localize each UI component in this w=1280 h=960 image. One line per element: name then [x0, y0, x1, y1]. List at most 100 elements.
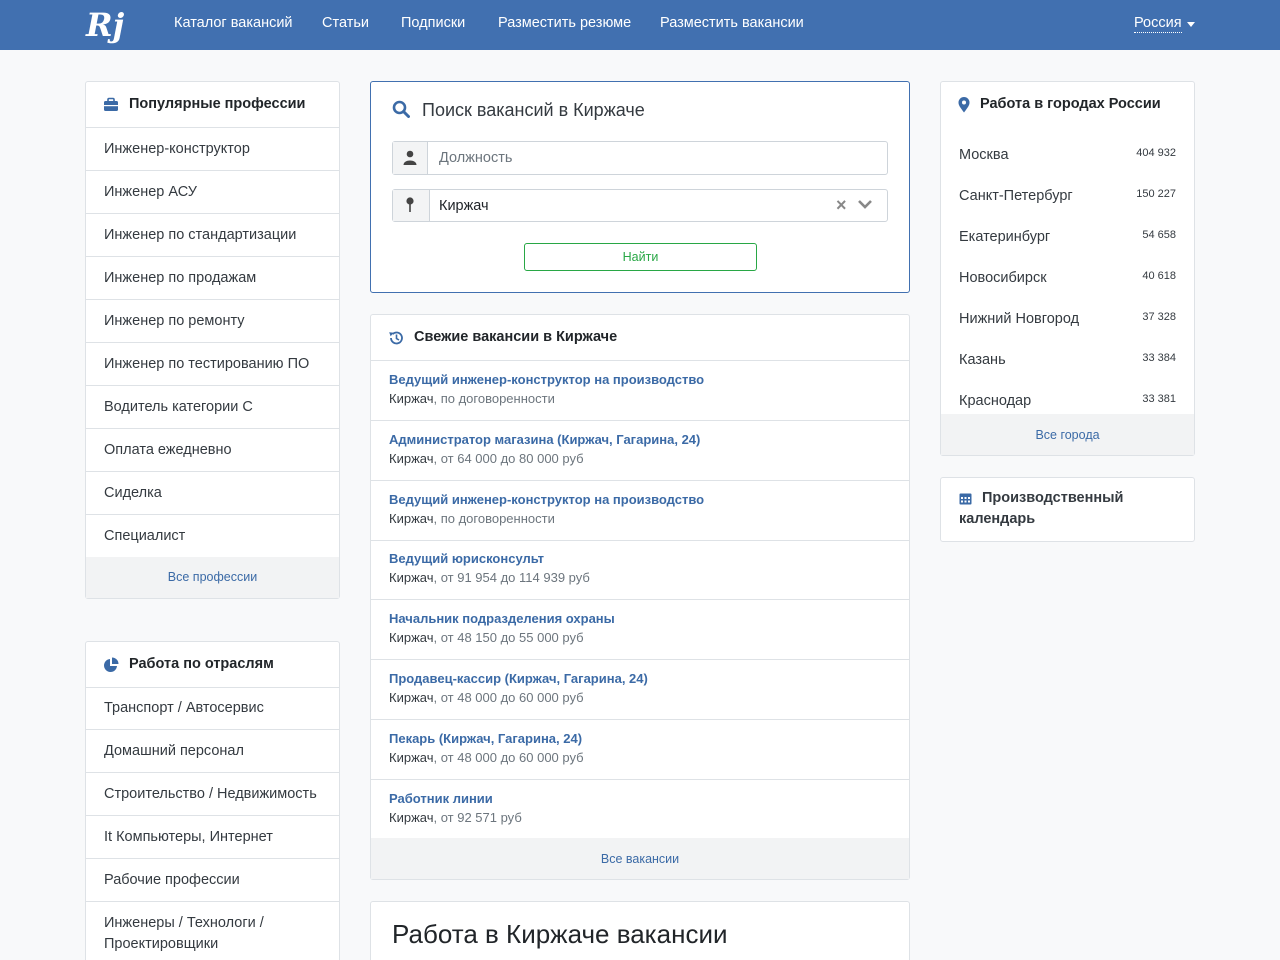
vacancy-count: 54 658: [1142, 229, 1176, 241]
card-header: Свежие вакансии в Киржаче: [371, 315, 909, 361]
top-navbar: Rj Каталог вакансий Статьи Подписки Разм…: [0, 0, 1280, 50]
profession-item[interactable]: Инженер по ремонту: [86, 300, 339, 343]
svg-text:Rj: Rj: [85, 6, 125, 44]
profession-item[interactable]: Инженер по стандартизации: [86, 214, 339, 257]
nav-link-articles[interactable]: Статьи: [322, 15, 369, 31]
vacancy-title-link[interactable]: Администратор магазина (Киржач, Гагарина…: [389, 432, 700, 447]
industry-item[interactable]: It Компьютеры, Интернет: [86, 816, 339, 859]
clear-icon[interactable]: ×: [836, 195, 847, 216]
calendar-title-line2: календарь: [959, 511, 1036, 527]
industry-item[interactable]: Рабочие профессии: [86, 859, 339, 902]
vacancy-item[interactable]: Начальник подразделения охраны Киржач, о…: [371, 600, 909, 660]
city-item[interactable]: Москва 404 932: [941, 135, 1194, 176]
profession-item[interactable]: Инженер АСУ: [86, 171, 339, 214]
vacancy-item[interactable]: Ведущий инженер-конструктор на производс…: [371, 361, 909, 421]
city-item[interactable]: Нижний Новгород 37 328: [941, 299, 1194, 340]
history-icon: [389, 331, 403, 345]
search-card: Поиск вакансий в Киржаче Должность Киржа…: [370, 81, 910, 293]
city-item[interactable]: Казань 33 384: [941, 340, 1194, 381]
nav-link-post-vacancy[interactable]: Разместить вакансии: [660, 15, 804, 31]
profession-item[interactable]: Водитель категории С: [86, 386, 339, 429]
all-professions-link[interactable]: Все профессии: [168, 570, 257, 584]
vacancy-title-link[interactable]: Пекарь (Киржач, Гагарина, 24): [389, 731, 582, 746]
profession-item[interactable]: Оплата ежедневно: [86, 429, 339, 472]
vacancy-item[interactable]: Администратор магазина (Киржач, Гагарина…: [371, 421, 909, 481]
city-value: Киржач: [439, 198, 489, 214]
profession-item[interactable]: Специалист: [86, 515, 339, 558]
find-button[interactable]: Найти: [524, 243, 757, 271]
page-heading-card: Работа в Киржаче вакансии: [370, 901, 910, 960]
vacancy-meta: Киржач, от 48 000 до 60 000 руб: [389, 750, 584, 765]
vacancy-item[interactable]: Работник линии Киржач, от 92 571 руб: [371, 780, 909, 840]
vacancy-title-link[interactable]: Ведущий инженер-конструктор на производс…: [389, 372, 704, 387]
all-cities-link[interactable]: Все города: [1035, 428, 1099, 442]
card-header: Популярные профессии: [86, 82, 339, 128]
caret-down-icon[interactable]: [1187, 22, 1195, 27]
vacancy-item[interactable]: Продавец-кассир (Киржач, Гагарина, 24) К…: [371, 660, 909, 720]
vacancy-title-link[interactable]: Начальник подразделения охраны: [389, 611, 615, 626]
profession-item[interactable]: Инженер по продажам: [86, 257, 339, 300]
vacancy-meta: Киржач, по договоренности: [389, 391, 555, 406]
vacancy-item[interactable]: Пекарь (Киржач, Гагарина, 24) Киржач, от…: [371, 720, 909, 780]
search-icon: [392, 100, 410, 118]
card-footer: Все профессии: [86, 557, 339, 598]
all-vacancies-link[interactable]: Все вакансии: [601, 852, 679, 866]
city-item[interactable]: Новосибирск 40 618: [941, 258, 1194, 299]
briefcase-icon: [104, 97, 118, 111]
industry-item[interactable]: Транспорт / Автосервис: [86, 687, 339, 730]
nav-link-subscriptions[interactable]: Подписки: [401, 15, 465, 31]
city-item[interactable]: Екатеринбург 54 658: [941, 217, 1194, 258]
vacancy-meta: Киржач, от 48 150 до 55 000 руб: [389, 630, 584, 645]
calendar-title-line1: Производственный: [982, 490, 1124, 506]
industry-item[interactable]: Домашний персонал: [86, 730, 339, 773]
position-input[interactable]: Должность: [392, 141, 888, 175]
card-header: Работа в городах России: [941, 82, 1194, 128]
vacancy-meta: Киржач, от 48 000 до 60 000 руб: [389, 690, 584, 705]
cities-card: Работа в городах России Москва 404 932 С…: [940, 81, 1195, 456]
card-title: Работа в городах России: [980, 96, 1161, 112]
vacancy-count: 37 328: [1142, 311, 1176, 323]
industry-item[interactable]: Строительство / Недвижимость: [86, 773, 339, 816]
search-title: Поиск вакансий в Киржаче: [422, 100, 645, 120]
nav-link-post-resume[interactable]: Разместить резюме: [498, 15, 631, 31]
vacancy-meta: Киржач, от 92 571 руб: [389, 810, 522, 825]
site-logo-icon[interactable]: Rj: [84, 4, 126, 46]
vacancy-count: 33 384: [1142, 352, 1176, 364]
card-title: Работа по отраслям: [129, 656, 274, 672]
vacancy-item[interactable]: Ведущий юрисконсульт Киржач, от 91 954 д…: [371, 540, 909, 600]
chevron-down-icon[interactable]: [857, 198, 873, 210]
popular-professions-card: Популярные профессии Инженер-конструктор…: [85, 81, 340, 599]
vacancy-meta: Киржач, от 64 000 до 80 000 руб: [389, 451, 584, 466]
vacancy-title-link[interactable]: Работник линии: [389, 791, 493, 806]
vacancy-meta: Киржач, по договоренности: [389, 511, 555, 526]
industries-card: Работа по отраслям Транспорт / Автосерви…: [85, 641, 340, 960]
pie-chart-icon: [104, 657, 119, 672]
profession-item[interactable]: Сиделка: [86, 472, 339, 515]
region-dropdown[interactable]: Россия: [1134, 15, 1182, 33]
vacancy-count: 150 227: [1136, 188, 1176, 200]
input-addon: [393, 190, 430, 221]
card-title: Свежие вакансии в Киржаче: [414, 329, 618, 345]
profession-item[interactable]: Инженер-конструктор: [86, 128, 339, 171]
card-footer: Все города: [941, 414, 1194, 455]
vacancy-item[interactable]: Ведущий инженер-конструктор на производс…: [371, 481, 909, 541]
vacancy-count: 33 381: [1142, 393, 1176, 405]
industry-item[interactable]: Инженеры / Технологи / Проектировщики: [86, 902, 339, 960]
position-placeholder: Должность: [439, 150, 513, 166]
user-icon: [403, 150, 417, 165]
nav-link-catalog[interactable]: Каталог вакансий: [174, 15, 293, 31]
map-marker-icon: [958, 97, 970, 113]
card-header: Работа по отраслям: [86, 642, 339, 688]
city-select[interactable]: Киржач ×: [392, 189, 888, 222]
card-title: Популярные профессии: [129, 96, 306, 112]
profession-item[interactable]: Инженер по тестированию ПО: [86, 343, 339, 386]
vacancy-title-link[interactable]: Ведущий юрисконсульт: [389, 551, 544, 566]
calendar-card[interactable]: Производственный календарь: [940, 477, 1195, 542]
vacancy-count: 404 932: [1136, 147, 1176, 159]
vacancy-title-link[interactable]: Продавец-кассир (Киржач, Гагарина, 24): [389, 671, 648, 686]
map-pin-icon: [406, 197, 414, 212]
vacancy-meta: Киржач, от 91 954 до 114 939 руб: [389, 570, 590, 585]
city-item[interactable]: Санкт-Петербург 150 227: [941, 176, 1194, 217]
vacancy-title-link[interactable]: Ведущий инженер-конструктор на производс…: [389, 492, 704, 507]
card-footer: Все вакансии: [371, 838, 909, 879]
